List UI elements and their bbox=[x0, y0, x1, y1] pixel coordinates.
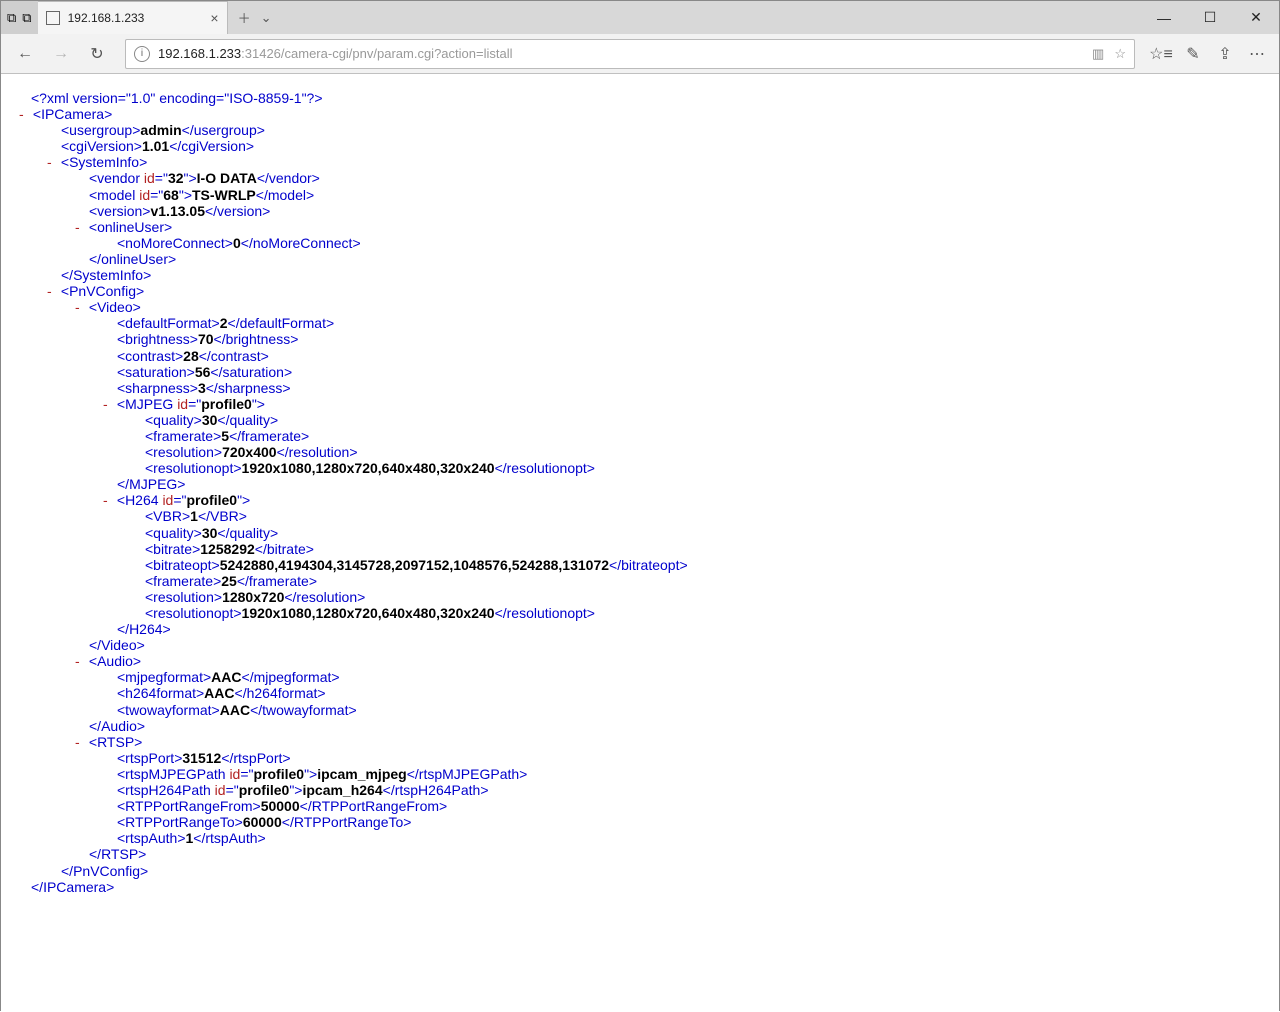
favorites-hub-icon[interactable]: ☆≡ bbox=[1147, 40, 1175, 68]
tab-dropdown-icon[interactable]: ⌄ bbox=[261, 10, 272, 26]
browser-toolbar: ← → ↻ i 192.168.1.233:31426/camera-cgi/p… bbox=[1, 34, 1279, 74]
reading-view-icon[interactable]: ▥ bbox=[1092, 46, 1104, 62]
refresh-button[interactable]: ↻ bbox=[81, 38, 113, 70]
share-icon[interactable]: ⇪ bbox=[1211, 40, 1239, 68]
address-bar[interactable]: i 192.168.1.233:31426/camera-cgi/pnv/par… bbox=[125, 39, 1135, 69]
new-tab-button[interactable]: ＋ bbox=[238, 8, 251, 27]
notes-icon[interactable]: ✎ bbox=[1179, 40, 1207, 68]
favorite-icon[interactable]: ☆ bbox=[1114, 46, 1126, 62]
page-icon bbox=[46, 11, 60, 25]
titlebar-left-icons: ⧉ ⧉ bbox=[1, 1, 38, 34]
browser-tab[interactable]: 192.168.1.233 × bbox=[38, 1, 228, 34]
close-tab-icon[interactable]: × bbox=[210, 10, 218, 26]
window-controls: — ☐ ✕ bbox=[1141, 1, 1279, 34]
more-icon[interactable]: ⋯ bbox=[1243, 40, 1271, 68]
tab-actions: ＋ ⌄ bbox=[228, 1, 272, 34]
site-info-icon[interactable]: i bbox=[134, 46, 150, 62]
window-titlebar: ⧉ ⧉ 192.168.1.233 × ＋ ⌄ — ☐ ✕ bbox=[1, 1, 1279, 34]
page-content: <?xml version="1.0" encoding="ISO-8859-1… bbox=[1, 74, 1279, 1012]
address-bar-right: ▥ ☆ bbox=[1092, 46, 1126, 62]
forward-button[interactable]: → bbox=[45, 38, 77, 70]
minimize-button[interactable]: — bbox=[1141, 1, 1187, 34]
app-icon-2: ⧉ bbox=[22, 10, 31, 26]
back-button[interactable]: ← bbox=[9, 38, 41, 70]
tab-title: 192.168.1.233 bbox=[68, 11, 145, 25]
close-window-button[interactable]: ✕ bbox=[1233, 1, 1279, 34]
maximize-button[interactable]: ☐ bbox=[1187, 1, 1233, 34]
url-text: 192.168.1.233:31426/camera-cgi/pnv/param… bbox=[158, 46, 1084, 61]
xml-view: <?xml version="1.0" encoding="ISO-8859-1… bbox=[11, 90, 1269, 895]
xml-declaration: <?xml version="1.0" encoding="ISO-8859-1… bbox=[31, 90, 323, 106]
app-icon-1: ⧉ bbox=[7, 10, 16, 26]
